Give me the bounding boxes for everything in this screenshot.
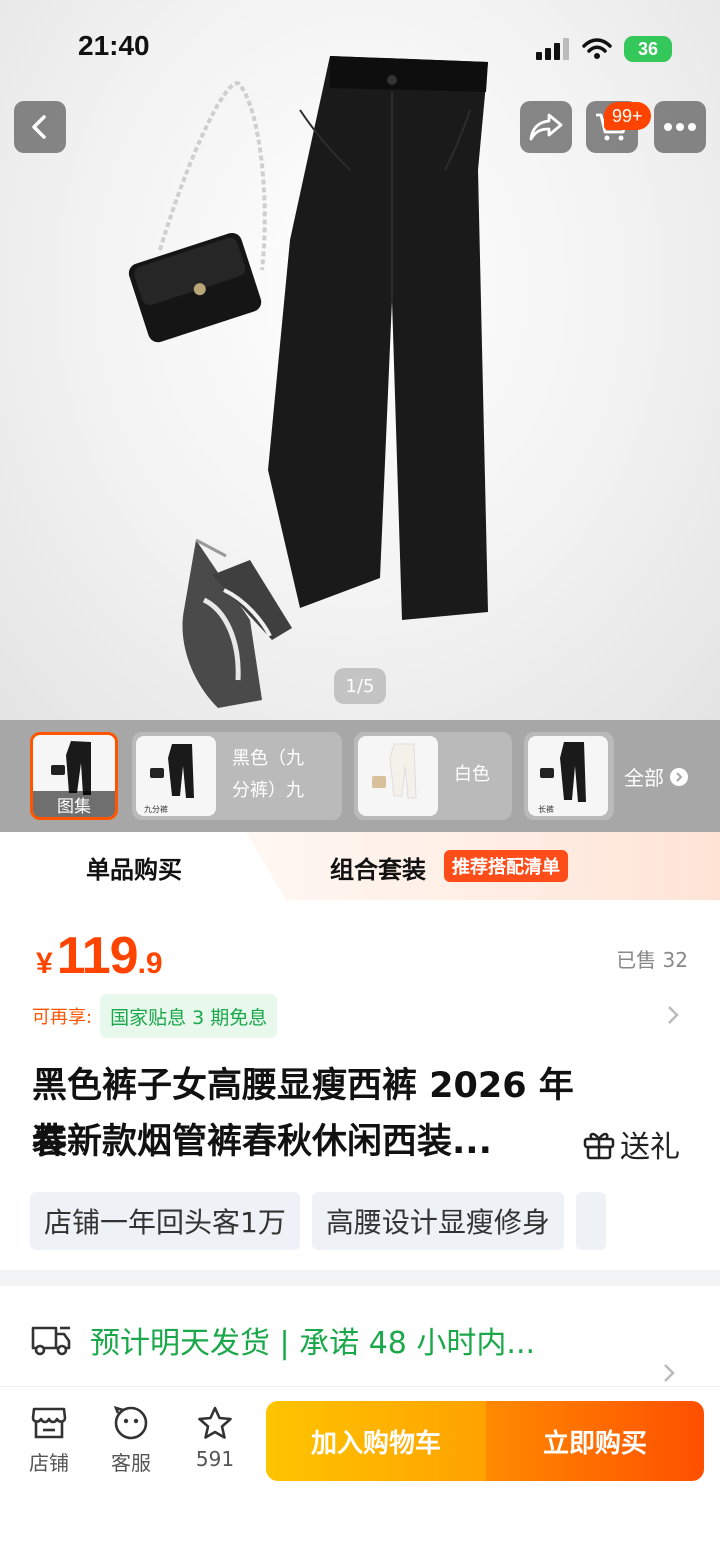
store-icon [31, 1407, 67, 1439]
back-button[interactable] [14, 101, 66, 153]
thumbnail-image [372, 743, 417, 799]
sku-label-white: 白色 [454, 764, 490, 785]
signal-icon [536, 38, 569, 60]
shipping-text: 预计明天发货 | 承诺 48 小时内... [90, 1326, 536, 1361]
share-icon [529, 113, 563, 141]
sku-thumb-long: 长裤 [528, 736, 608, 816]
sku-selector: 图集 九分裤 黑色（九 分裤）九 白色 长裤 [0, 720, 720, 832]
price-integer: 119 [56, 927, 139, 985]
chevron-right-icon[interactable] [662, 1362, 676, 1384]
sku-thumb-black: 九分裤 [136, 736, 216, 816]
feature-tag: 店铺一年回头客1万 [30, 1192, 300, 1250]
favorite-button[interactable]: 591 [180, 1405, 250, 1471]
sold-count: 已售 32 [616, 948, 688, 972]
product-feature-tags: 店铺一年回头客1万 高腰设计显瘦修身 [30, 1192, 720, 1250]
chevron-right-icon[interactable] [666, 1004, 680, 1026]
price-decimal: .9 [137, 947, 163, 980]
promo-prefix: 可再享: [32, 1007, 93, 1028]
favorites-count: 591 [195, 1447, 235, 1471]
thumb-caption: 九分裤 [144, 804, 168, 814]
product-image-carousel[interactable]: 21:40 36 99+ 1/5 [0, 0, 720, 720]
buy-now-button[interactable]: 立即购买 [486, 1401, 704, 1481]
sku-all-label: 全部 [624, 766, 664, 790]
sku-label-line2: 分裤）九 [232, 780, 304, 801]
sku-option-long[interactable]: 长裤 [524, 732, 614, 820]
sku-view-all[interactable]: 全部 [624, 762, 688, 791]
thumbnail-image: 九分裤 [144, 744, 194, 814]
gift-button[interactable]: 送礼 [582, 1122, 680, 1166]
feature-tag: 高腰设计显瘦修身 [311, 1192, 564, 1250]
status-time: 21:40 [78, 30, 150, 61]
status-bar: 21:40 36 [0, 0, 720, 96]
installment-promo-tag: 国家贴息 3 期免息 [100, 994, 278, 1038]
status-icons: 36 [536, 34, 672, 64]
chevron-left-icon [32, 115, 46, 139]
star-icon [198, 1406, 232, 1439]
sku-option-white[interactable]: 白色 [354, 732, 512, 820]
add-to-cart-button[interactable]: 加入购物车 [266, 1401, 486, 1481]
store-label: 店铺 [29, 1451, 69, 1475]
gift-label: 送礼 [620, 1130, 680, 1165]
promo-row[interactable]: 可再享: 国家贴息 3 期免息 [32, 994, 278, 1038]
image-page-indicator: 1/5 [334, 668, 386, 704]
share-button[interactable] [520, 101, 572, 153]
purchase-mode-tabs: 单品购买 组合套装 [0, 832, 720, 900]
product-title-line2: 装新款烟管裤春秋休闲西装... [32, 1122, 492, 1162]
sku-gallery-thumb[interactable]: 图集 [30, 732, 118, 820]
tab-single-label: 单品购买 [86, 856, 182, 884]
product-price: ¥ 119 .9 [36, 926, 163, 986]
customer-service-icon [113, 1406, 148, 1440]
thumb-caption: 长裤 [538, 804, 554, 814]
price-currency: ¥ [36, 947, 53, 980]
combo-recommend-badge[interactable]: 推荐搭配清单 [444, 850, 568, 882]
battery-indicator: 36 [624, 36, 672, 62]
wifi-icon [582, 38, 612, 59]
more-button[interactable] [654, 101, 706, 153]
gift-icon [583, 1132, 615, 1160]
cart-count-badge: 99+ [604, 102, 651, 130]
shipping-info[interactable]: 预计明天发货 | 承诺 48 小时内... [30, 1318, 535, 1362]
chevron-right-icon [670, 767, 688, 786]
sku-option-black[interactable]: 九分裤 黑色（九 分裤）九 [132, 732, 342, 820]
bottom-action-bar: 店铺 客服 591 加入购物车 立即购买 [0, 1386, 720, 1558]
more-dots-icon [664, 123, 696, 131]
section-divider [0, 1270, 720, 1286]
sku-thumb-white [358, 736, 438, 816]
feature-tag-overflow [575, 1192, 606, 1250]
service-label: 客服 [111, 1451, 151, 1475]
delivery-truck-icon [31, 1326, 71, 1356]
thumbnail-image: 长裤 [538, 742, 586, 814]
store-button[interactable]: 店铺 [14, 1405, 84, 1476]
tab-combo-label[interactable]: 组合套装 [330, 850, 426, 885]
gallery-label: 图集 [33, 791, 115, 817]
sku-label-line1: 黑色（九 [232, 748, 304, 769]
customer-service-button[interactable]: 客服 [96, 1405, 166, 1476]
